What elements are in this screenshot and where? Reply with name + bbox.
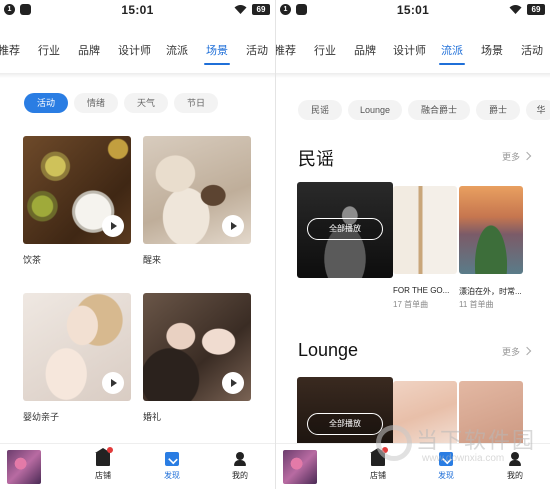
album-cover-1[interactable] [393, 186, 457, 274]
battery-icon: 69 [252, 4, 270, 15]
nav-tab-recommend[interactable]: 推荐 [0, 42, 20, 58]
tab-profile[interactable]: 我的 [220, 452, 260, 481]
tag-fusion-jazz[interactable]: 融合爵士 [408, 100, 470, 120]
tag-partial[interactable]: 华 [526, 100, 550, 120]
play-all-button[interactable]: 全部播放 [307, 413, 383, 435]
bottom-tab-bar: 店铺 发现 我的 [0, 443, 275, 489]
album-cover-lounge-main[interactable]: 全部播放 [297, 377, 393, 447]
battery-icon: 69 [527, 4, 545, 15]
waking-up-photo [143, 136, 251, 244]
section-title-lounge: Lounge [298, 340, 359, 360]
play-icon[interactable] [222, 215, 244, 237]
profile-icon [508, 452, 522, 466]
discover-icon [439, 452, 453, 466]
chip-mood[interactable]: 情绪 [74, 93, 118, 113]
album-cover-folk-main[interactable]: 全部播放 [297, 182, 393, 278]
active-tab-indicator [204, 63, 230, 65]
play-all-button[interactable]: 全部播放 [307, 218, 383, 240]
tab-store[interactable]: 店铺 [83, 447, 123, 481]
nav-tab-brand[interactable]: 品牌 [354, 42, 376, 58]
chip-activity[interactable]: 活动 [24, 93, 68, 113]
chevron-right-icon [522, 151, 532, 161]
tag-lounge[interactable]: Lounge [348, 100, 402, 120]
album-cover-3[interactable] [393, 381, 457, 447]
chevron-right-icon [522, 346, 532, 356]
chip-holiday[interactable]: 节日 [174, 93, 218, 113]
nav-tab-designer[interactable]: 设计师 [393, 42, 426, 58]
tag-jazz[interactable]: 爵士 [476, 100, 520, 120]
now-playing-cover[interactable] [7, 450, 41, 484]
bottom-tab-bar: 店铺 发现 我的 [276, 443, 550, 489]
nav-tab-activity[interactable]: 活动 [521, 42, 543, 58]
nav-tab-recommend[interactable]: 推荐 [276, 42, 296, 58]
album-title: FOR THE GO... [393, 286, 450, 295]
status-bar: 1 15:01 69 [0, 0, 275, 20]
nav-tab-genre[interactable]: 流派 [441, 42, 463, 58]
nav-tab-scene[interactable]: 场景 [206, 42, 228, 58]
store-icon [95, 447, 113, 466]
nav-tab-activity[interactable]: 活动 [246, 42, 268, 58]
tea-photo [23, 136, 131, 244]
card-caption: 婴幼亲子 [23, 412, 60, 422]
play-icon[interactable] [222, 372, 244, 394]
nav-tab-designer[interactable]: 设计师 [118, 42, 151, 58]
card-caption: 醒来 [143, 255, 162, 265]
nav-tab-brand[interactable]: 品牌 [78, 42, 100, 58]
store-icon [370, 447, 388, 466]
wifi-icon [509, 5, 522, 14]
album-track-count: 11 首单曲 [459, 300, 494, 309]
active-tab-indicator [439, 63, 465, 65]
album-cover-4[interactable] [459, 381, 523, 447]
mother-baby-photo [23, 293, 131, 401]
chip-weather[interactable]: 天气 [124, 93, 168, 113]
album-cover-2[interactable] [459, 186, 523, 274]
play-icon[interactable] [102, 372, 124, 394]
wifi-icon [234, 5, 247, 14]
nav-tab-industry[interactable]: 行业 [38, 42, 60, 58]
tab-discover[interactable]: 发现 [426, 452, 466, 481]
discover-icon [165, 452, 179, 466]
badge-dot [107, 447, 113, 453]
badge-dot [382, 447, 388, 453]
tag-folk[interactable]: 民谣 [298, 100, 342, 120]
album-title: 漂泊在外，时常... [459, 287, 522, 296]
nav-tab-scene[interactable]: 场景 [481, 42, 503, 58]
profile-icon [233, 452, 247, 466]
more-link-folk[interactable]: 更多 [502, 150, 532, 163]
category-nav: 推荐 行业 品牌 设计师 流派 场景 活动 [276, 34, 550, 70]
tab-profile[interactable]: 我的 [495, 452, 535, 481]
play-icon[interactable] [102, 215, 124, 237]
card-caption: 婚礼 [143, 412, 162, 422]
tab-store[interactable]: 店铺 [358, 447, 398, 481]
more-link-lounge[interactable]: 更多 [502, 345, 532, 358]
category-nav: 推荐 行业 品牌 设计师 流派 场景 活动 [0, 34, 275, 70]
nav-tab-genre[interactable]: 流派 [166, 42, 188, 58]
left-screen: 1 15:01 69 推荐 行业 品牌 设计师 流派 场景 活动 活动 情绪 天… [0, 0, 275, 489]
nav-tab-industry[interactable]: 行业 [314, 42, 336, 58]
wedding-photo [143, 293, 251, 401]
card-caption: 饮茶 [23, 255, 42, 265]
right-screen: 1 15:01 69 推荐 行业 品牌 设计师 流派 场景 活动 民谣 Loun… [276, 0, 550, 489]
tab-discover[interactable]: 发现 [152, 452, 192, 481]
now-playing-cover[interactable] [283, 450, 317, 484]
status-bar: 1 15:01 69 [276, 0, 550, 20]
section-title-folk: 民谣 [298, 149, 334, 169]
album-track-count: 17 首单曲 [393, 300, 429, 309]
